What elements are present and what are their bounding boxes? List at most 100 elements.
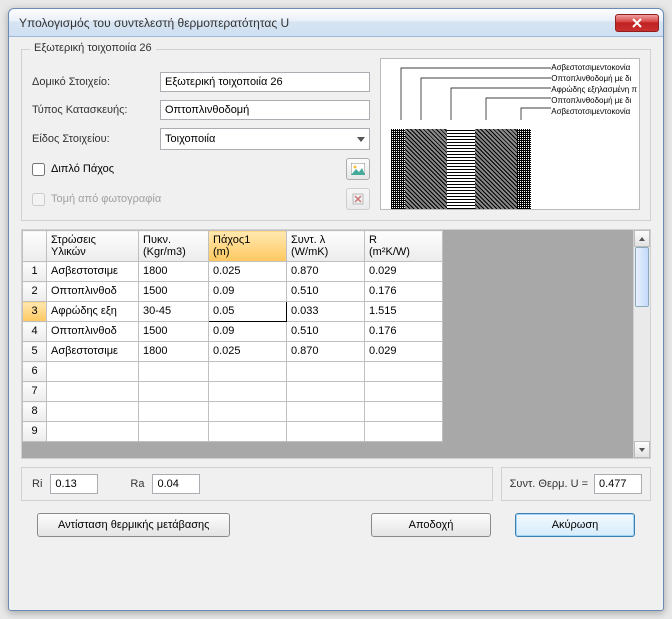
layers-grid-wrap: Στρώσεις Υλικών Πυκν. (Kgr/m3) Πάχος1 (m… (21, 229, 651, 459)
table-row[interactable]: 8 (23, 402, 443, 422)
cell-density[interactable] (139, 382, 209, 402)
cell-material[interactable]: Ασβεστοτσιμε (47, 342, 139, 362)
scroll-track[interactable] (634, 247, 650, 441)
table-row[interactable]: 4Οπτοπλινθοδ15000.090.5100.176 (23, 322, 443, 342)
cell-material[interactable]: Οπτοπλινθοδ (47, 282, 139, 302)
close-button[interactable] (615, 14, 659, 32)
cell-material[interactable] (47, 402, 139, 422)
ra-label: Ra (130, 478, 144, 490)
cell-density[interactable]: 30-45 (139, 302, 209, 322)
section-sketch: Ασβεστοτσιμεντοκονία Οπτοπλινθοδομή με δ… (380, 58, 640, 210)
cell-lambda[interactable] (287, 382, 365, 402)
cell-material[interactable]: Ασβεστοτσιμε (47, 262, 139, 282)
vertical-scrollbar[interactable] (633, 230, 650, 458)
cell-density[interactable]: 1800 (139, 262, 209, 282)
cell-thickness[interactable]: 0.025 (209, 342, 287, 362)
cell-density[interactable]: 1800 (139, 342, 209, 362)
cell-density[interactable] (139, 362, 209, 382)
col-header-material[interactable]: Στρώσεις Υλικών (47, 231, 139, 262)
cell-thickness[interactable] (209, 422, 287, 442)
window-title: Υπολογισμός του συντελεστή θερμοπερατότη… (19, 16, 615, 30)
cell-lambda[interactable]: 0.510 (287, 282, 365, 302)
cell-thickness[interactable]: 0.09 (209, 282, 287, 302)
kind-combo[interactable]: Τοιχοποιία (160, 128, 370, 150)
table-row[interactable]: 6 (23, 362, 443, 382)
layers-grid[interactable]: Στρώσεις Υλικών Πυκν. (Kgr/m3) Πάχος1 (m… (22, 230, 443, 442)
col-header-lambda[interactable]: Συντ. λ (W/mK) (287, 231, 365, 262)
delete-button (346, 188, 370, 210)
cell-r[interactable] (365, 402, 443, 422)
ri-input[interactable] (50, 474, 98, 494)
row-header[interactable]: 1 (23, 262, 47, 282)
row-header[interactable]: 4 (23, 322, 47, 342)
construction-input[interactable] (160, 100, 370, 120)
cell-thickness[interactable]: 0.025 (209, 262, 287, 282)
cell-thickness[interactable] (209, 362, 287, 382)
chevron-down-icon (638, 446, 646, 454)
cell-thickness[interactable] (209, 402, 287, 422)
table-row[interactable]: 7 (23, 382, 443, 402)
kind-value: Τοιχοποιία (165, 133, 215, 145)
cell-material[interactable] (47, 422, 139, 442)
cell-lambda[interactable]: 0.870 (287, 342, 365, 362)
cell-r[interactable]: 0.176 (365, 322, 443, 342)
cell-lambda[interactable]: 0.510 (287, 322, 365, 342)
cell-thickness[interactable] (209, 382, 287, 402)
sketch-label: Ασβεστοτσιμεντοκονία (551, 63, 637, 73)
cell-thickness[interactable]: 0.09 (209, 322, 287, 342)
cell-lambda[interactable] (287, 362, 365, 382)
cell-density[interactable]: 1500 (139, 282, 209, 302)
col-header-thickness[interactable]: Πάχος1 (m) (209, 231, 287, 262)
cell-material[interactable]: Αφρώδης εξη (47, 302, 139, 322)
resistance-box: Ri Ra (21, 467, 493, 501)
picture-icon (351, 163, 365, 175)
double-thickness-checkbox[interactable]: Διπλό Πάχος (32, 163, 114, 176)
cell-density[interactable] (139, 422, 209, 442)
cell-density[interactable] (139, 402, 209, 422)
cell-r[interactable]: 0.029 (365, 262, 443, 282)
thermal-resistance-button[interactable]: Αντίσταση θερμικής μετάβασης (37, 513, 230, 537)
row-header[interactable]: 6 (23, 362, 47, 382)
scroll-down-button[interactable] (634, 441, 650, 458)
cell-r[interactable]: 1.515 (365, 302, 443, 322)
cell-density[interactable]: 1500 (139, 322, 209, 342)
cell-r[interactable]: 0.029 (365, 342, 443, 362)
row-header[interactable]: 7 (23, 382, 47, 402)
cell-lambda[interactable] (287, 402, 365, 422)
cell-thickness[interactable]: 0.05 (209, 302, 287, 322)
row-header[interactable]: 3 (23, 302, 47, 322)
scroll-thumb[interactable] (635, 247, 649, 307)
picture-button[interactable] (346, 158, 370, 180)
cell-lambda[interactable]: 0.870 (287, 262, 365, 282)
row-header[interactable]: 9 (23, 422, 47, 442)
ra-input[interactable] (152, 474, 200, 494)
table-row[interactable]: 5Ασβεστοτσιμε18000.0250.8700.029 (23, 342, 443, 362)
element-input[interactable] (160, 72, 370, 92)
double-thickness-check[interactable] (32, 163, 45, 176)
sketch-label: Οπτοπλινθοδομή με δι (551, 74, 637, 84)
cell-material[interactable]: Οπτοπλινθοδ (47, 322, 139, 342)
cell-material[interactable] (47, 362, 139, 382)
row-header[interactable]: 2 (23, 282, 47, 302)
cell-lambda[interactable] (287, 422, 365, 442)
accept-button[interactable]: Αποδοχή (371, 513, 491, 537)
sketch-layer (447, 129, 475, 209)
col-header-density[interactable]: Πυκν. (Kgr/m3) (139, 231, 209, 262)
table-row[interactable]: 1Ασβεστοτσιμε18000.0250.8700.029 (23, 262, 443, 282)
scroll-up-button[interactable] (634, 230, 650, 247)
cell-r[interactable] (365, 362, 443, 382)
row-header[interactable]: 8 (23, 402, 47, 422)
col-header-row[interactable] (23, 231, 47, 262)
cell-r[interactable] (365, 382, 443, 402)
cancel-button[interactable]: Ακύρωση (515, 513, 635, 537)
cell-material[interactable] (47, 382, 139, 402)
sketch-label: Αφρώδης εξηλασμένη π (551, 85, 637, 95)
table-row[interactable]: 3Αφρώδης εξη30-450.050.0331.515 (23, 302, 443, 322)
row-header[interactable]: 5 (23, 342, 47, 362)
table-row[interactable]: 9 (23, 422, 443, 442)
table-row[interactable]: 2Οπτοπλινθοδ15000.090.5100.176 (23, 282, 443, 302)
cell-r[interactable] (365, 422, 443, 442)
col-header-r[interactable]: R (m²K/W) (365, 231, 443, 262)
cell-r[interactable]: 0.176 (365, 282, 443, 302)
cell-lambda[interactable]: 0.033 (287, 302, 365, 322)
